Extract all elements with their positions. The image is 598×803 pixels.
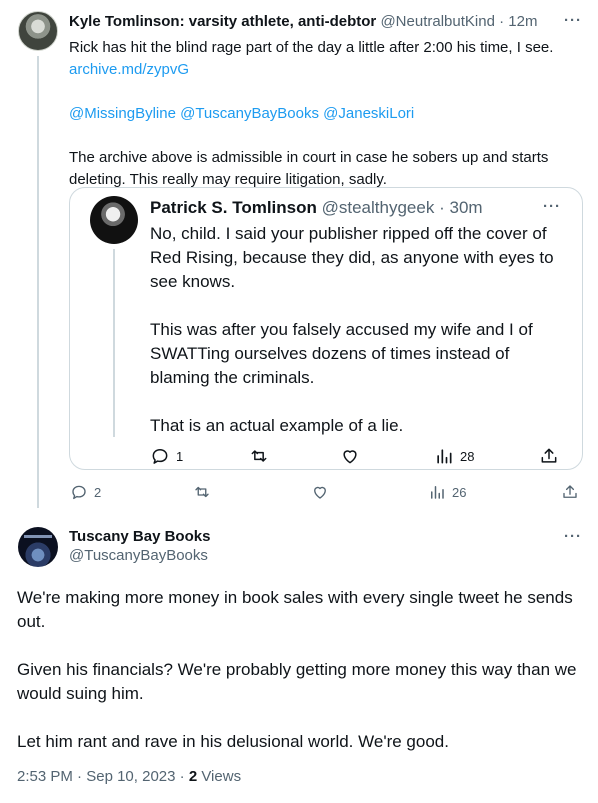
tweet-header: Kyle Tomlinson: varsity athlete, anti-de… bbox=[69, 13, 537, 31]
like-button[interactable] bbox=[311, 483, 329, 501]
tweet-text-line: Rick has hit the blind rage part of the … bbox=[69, 39, 554, 56]
timestamp[interactable]: 12m bbox=[508, 13, 537, 30]
mention-links[interactable]: @MissingByline @TuscanyBayBooks @Janeski… bbox=[69, 105, 414, 122]
post-time[interactable]: 2:53 PM bbox=[17, 768, 73, 785]
archive-link[interactable]: archive.md/zypvG bbox=[69, 61, 189, 78]
quote-author-handle[interactable]: @stealthygeek bbox=[322, 198, 435, 217]
share-button[interactable] bbox=[561, 483, 579, 501]
tweet-tuscany-bay[interactable]: Tuscany Bay Books @TuscanyBayBooks ··· W… bbox=[0, 520, 598, 803]
tweet-text: We're making more money in book sales wi… bbox=[17, 586, 582, 754]
quote-header: Patrick S. Tomlinson @stealthygeek · 30m bbox=[150, 198, 483, 218]
quote-reply-button[interactable]: 1 bbox=[150, 446, 183, 466]
share-icon bbox=[563, 485, 577, 498]
views-count: 2 bbox=[188, 768, 198, 785]
quote-text: No, child. I said your publisher ripped … bbox=[150, 222, 570, 438]
tweet-paragraph: We're making more money in book sales wi… bbox=[17, 588, 573, 631]
views-button[interactable]: 26 bbox=[428, 483, 466, 501]
quote-repost-button[interactable] bbox=[248, 446, 270, 466]
reply-icon bbox=[152, 449, 168, 464]
thread-connector-line bbox=[37, 56, 39, 508]
separator-dot: · bbox=[77, 768, 83, 785]
quote-more-options-icon[interactable]: ··· bbox=[543, 198, 561, 215]
repost-button[interactable] bbox=[192, 483, 212, 501]
avatar-tuscany-bay[interactable] bbox=[18, 527, 58, 567]
tweet-paragraph: Let him rant and rave in his delusional … bbox=[17, 732, 449, 751]
heart-icon bbox=[314, 486, 326, 499]
avatar-kyle[interactable] bbox=[18, 11, 58, 51]
quote-paragraph: This was after you falsely accused my wi… bbox=[150, 320, 533, 387]
separator-dot: · bbox=[499, 13, 505, 30]
views-count: 26 bbox=[452, 484, 467, 500]
reply-count: 2 bbox=[94, 484, 102, 500]
author-handle[interactable]: @TuscanyBayBooks bbox=[69, 547, 208, 565]
heart-icon bbox=[343, 450, 357, 464]
quote-like-button[interactable] bbox=[340, 446, 360, 466]
tweet-paragraph: Given his financials? We're probably get… bbox=[17, 660, 577, 703]
quote-author-name[interactable]: Patrick S. Tomlinson bbox=[150, 198, 317, 217]
tweet-kyle[interactable]: Kyle Tomlinson: varsity athlete, anti-de… bbox=[0, 0, 598, 520]
separator-dot: · bbox=[179, 768, 185, 785]
quote-share-button[interactable] bbox=[539, 446, 559, 466]
repost-icon bbox=[251, 450, 267, 462]
more-options-icon[interactable]: ··· bbox=[564, 12, 582, 29]
tweet-text-line: The archive above is admissible in court… bbox=[69, 149, 549, 188]
tweet-meta: 2:53 PM · Sep 10, 2023 · 2 Views bbox=[17, 768, 241, 786]
quote-paragraph: No, child. I said your publisher ripped … bbox=[150, 224, 554, 291]
more-options-icon[interactable]: ··· bbox=[564, 528, 582, 545]
share-icon bbox=[541, 448, 557, 463]
separator-dot: · bbox=[439, 198, 445, 217]
quote-views-button[interactable]: 28 bbox=[434, 446, 474, 466]
repost-icon bbox=[195, 486, 209, 498]
quote-paragraph: That is an actual example of a lie. bbox=[150, 416, 404, 435]
author-name[interactable]: Kyle Tomlinson: varsity athlete, anti-de… bbox=[69, 13, 376, 30]
tweet-text: Rick has hit the blind rage part of the … bbox=[69, 37, 584, 191]
reply-button[interactable]: 2 bbox=[70, 483, 101, 501]
author-handle[interactable]: @NeutralbutKind bbox=[380, 13, 494, 30]
quote-thread-line bbox=[113, 249, 115, 437]
reply-icon bbox=[72, 485, 86, 500]
quoted-tweet-card[interactable]: Patrick S. Tomlinson @stealthygeek · 30m… bbox=[69, 187, 583, 470]
quote-reply-count: 1 bbox=[176, 448, 184, 464]
views-label: Views bbox=[201, 768, 242, 785]
avatar-patrick[interactable] bbox=[90, 196, 138, 244]
author-name[interactable]: Tuscany Bay Books bbox=[69, 528, 210, 546]
quote-views-count: 28 bbox=[460, 448, 475, 464]
views-chart-icon bbox=[431, 486, 444, 499]
post-date[interactable]: Sep 10, 2023 bbox=[86, 768, 175, 785]
views-chart-icon bbox=[437, 449, 452, 464]
quote-timestamp[interactable]: 30m bbox=[449, 198, 482, 217]
